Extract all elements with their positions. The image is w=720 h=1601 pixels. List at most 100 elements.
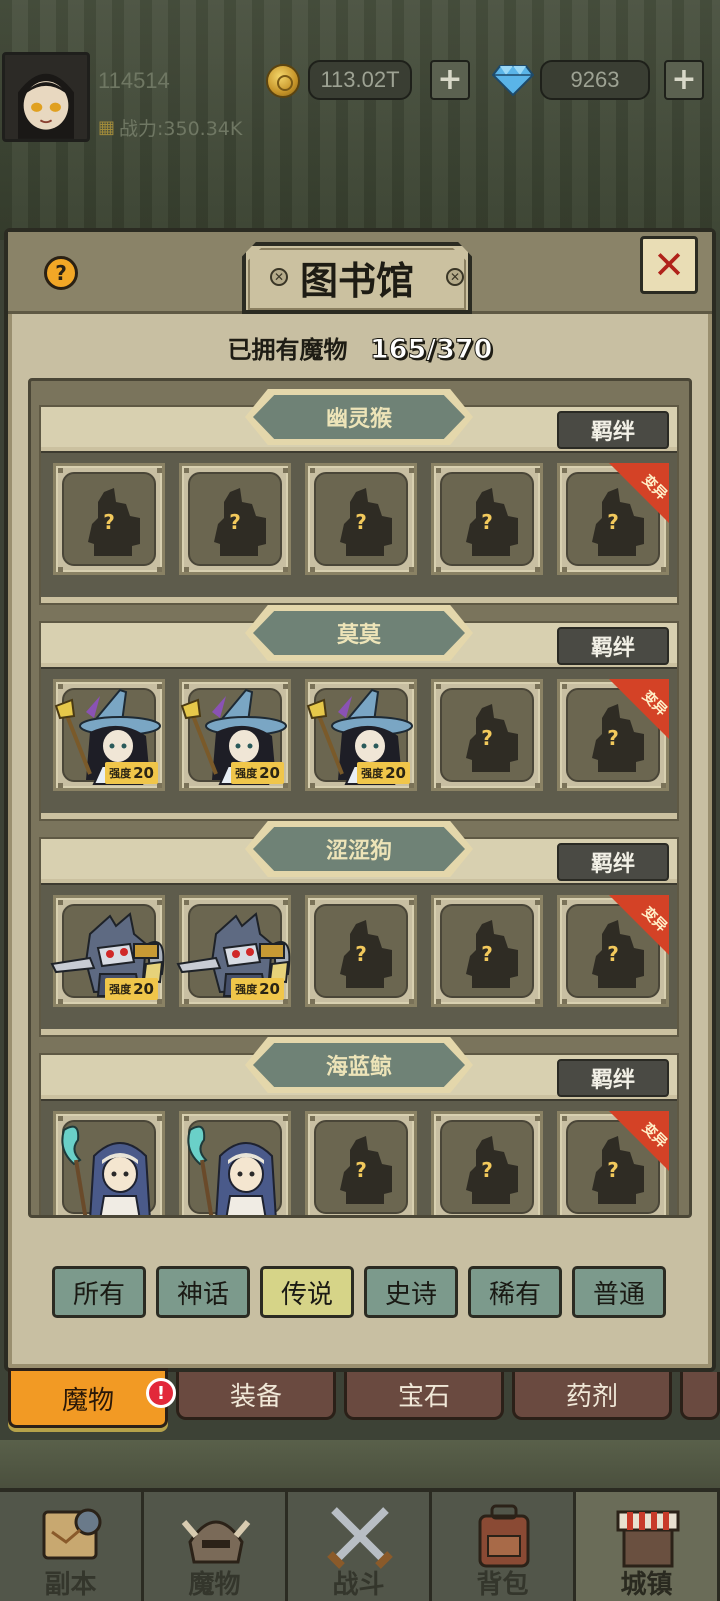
slot-rivet bbox=[283, 567, 288, 572]
combat-power: ▦ 战力:350.34K bbox=[98, 114, 242, 141]
monster-slot[interactable] bbox=[179, 1111, 291, 1215]
monster-slot[interactable]: ? bbox=[431, 679, 543, 791]
slot-rivet bbox=[157, 468, 162, 473]
slot-rivet bbox=[661, 1215, 666, 1218]
group-slots: ???? ? 变异 bbox=[41, 451, 677, 597]
gold-coin-icon bbox=[266, 64, 300, 98]
monster-slot[interactable]: 强度 20 bbox=[50, 895, 165, 1007]
monster-slot[interactable]: ? bbox=[305, 1111, 417, 1218]
nav-label: 城镇 bbox=[620, 1570, 673, 1600]
filter-6-button[interactable]: 普通 bbox=[572, 1266, 666, 1318]
nav-item-4[interactable]: 背包 bbox=[432, 1492, 576, 1601]
monster-slot[interactable]: 强度 20 bbox=[176, 895, 291, 1007]
help-icon[interactable]: ? bbox=[44, 256, 78, 290]
strength-badge: 强度 20 bbox=[105, 978, 158, 1000]
group-name: 海蓝鲸 bbox=[253, 1043, 465, 1087]
bond-button[interactable]: 羁绊 bbox=[557, 1059, 669, 1097]
monster-slot[interactable]: 强度 20 bbox=[179, 679, 291, 791]
strength-label: 强度 bbox=[109, 983, 132, 996]
nav-item-1[interactable]: 副本 bbox=[0, 1492, 144, 1601]
slot-rivet bbox=[661, 783, 666, 788]
slot-rivet bbox=[562, 999, 567, 1004]
slot-rivet bbox=[58, 1215, 63, 1218]
category-tab-2[interactable]: 装备 bbox=[176, 1372, 336, 1420]
filter-3-button[interactable]: 传说 bbox=[260, 1266, 354, 1318]
monster-slot[interactable]: ? bbox=[53, 463, 165, 575]
add-gem-button[interactable]: + bbox=[664, 60, 704, 100]
monster-group: 幽灵猴 羁绊???? ? 变异 bbox=[39, 389, 679, 605]
monster-slot[interactable]: ? bbox=[431, 895, 543, 1007]
filter-2-button[interactable]: 神话 bbox=[156, 1266, 250, 1318]
player-avatar[interactable] bbox=[2, 52, 90, 142]
monster-collection-list[interactable]: 幽灵猴 羁绊????? 变异 莫莫 羁绊 强度 20 强度 20 强度 20?? 变异 涩涩狗 羁绊 强度 2… bbox=[28, 378, 692, 1218]
strength-label: 强度 bbox=[235, 983, 258, 996]
slot-frame: ? bbox=[188, 472, 282, 566]
strength-value: 20 bbox=[259, 764, 280, 782]
monster-slot[interactable]: 强度 20 bbox=[53, 679, 165, 791]
slot-frame: ? bbox=[440, 472, 534, 566]
slot-rivet bbox=[436, 999, 441, 1004]
slot-frame: ? bbox=[314, 904, 408, 998]
slot-rivet bbox=[409, 1116, 414, 1121]
group-name: 幽灵猴 bbox=[253, 395, 465, 439]
gold-amount: 113.02T bbox=[308, 60, 412, 100]
slot-rivet bbox=[535, 684, 540, 689]
monster-group: 莫莫 羁绊 强度 20 强度 20 强度 20?? 变异 bbox=[39, 605, 679, 821]
slot-rivet bbox=[535, 900, 540, 905]
group-slots: ??? 变异 bbox=[41, 1099, 677, 1218]
monster-slot[interactable]: ? 变异 bbox=[557, 895, 669, 1007]
bond-button[interactable]: 羁绊 bbox=[557, 411, 669, 449]
category-tab-3[interactable]: 宝石 bbox=[344, 1372, 504, 1420]
monster-slot[interactable]: ? bbox=[305, 463, 417, 575]
category-tab-overflow[interactable] bbox=[680, 1372, 720, 1420]
nav-item-5[interactable]: 城镇 bbox=[576, 1492, 720, 1601]
group-slots: 强度 20 强度 20??? 变异 bbox=[41, 883, 677, 1029]
monster-slot[interactable]: ? bbox=[179, 463, 291, 575]
category-tab-4[interactable]: 药剂 bbox=[512, 1372, 672, 1420]
slot-rivet bbox=[310, 900, 315, 905]
slot-rivet bbox=[535, 567, 540, 572]
filter-4-button[interactable]: 史诗 bbox=[364, 1266, 458, 1318]
monster-slot[interactable]: 强度 20 bbox=[305, 679, 417, 791]
group-name: 涩涩狗 bbox=[253, 827, 465, 871]
monster-slot[interactable]: ? 变异 bbox=[557, 463, 669, 575]
slot-rivet bbox=[409, 468, 414, 473]
power-icon: ▦ bbox=[98, 117, 116, 138]
slot-rivet bbox=[436, 1116, 441, 1121]
slot-rivet bbox=[535, 1116, 540, 1121]
bond-button[interactable]: 羁绊 bbox=[557, 843, 669, 881]
monster-slot[interactable]: ? bbox=[305, 895, 417, 1007]
monster-slot[interactable]: ? 变异 bbox=[557, 1111, 669, 1218]
slot-rivet bbox=[409, 1215, 414, 1218]
strength-badge: 强度 20 bbox=[357, 762, 410, 784]
filter-1-button[interactable]: 所有 bbox=[52, 1266, 146, 1318]
slot-frame: ? bbox=[440, 688, 534, 782]
bond-button[interactable]: 羁绊 bbox=[557, 627, 669, 665]
monster-group: 涩涩狗 羁绊 强度 20 强度 20??? 变异 bbox=[39, 821, 679, 1037]
monster-slot[interactable]: ? bbox=[431, 463, 543, 575]
monster-slot[interactable]: ? bbox=[431, 1111, 543, 1215]
slot-rivet bbox=[310, 567, 315, 572]
monster-slot[interactable]: ? 变异 bbox=[557, 679, 669, 791]
filter-5-button[interactable]: 稀有 bbox=[468, 1266, 562, 1318]
slot-rivet bbox=[562, 567, 567, 572]
close-button[interactable]: ✕ bbox=[640, 236, 698, 294]
nav-label: 战斗 bbox=[332, 1570, 385, 1600]
slot-rivet bbox=[310, 1116, 315, 1121]
map-icon bbox=[42, 1508, 102, 1560]
strength-label: 强度 bbox=[361, 767, 384, 780]
slot-rivet bbox=[409, 999, 414, 1004]
slot-frame: ? bbox=[62, 472, 156, 566]
strength-label: 强度 bbox=[235, 767, 258, 780]
category-tab-1[interactable]: 魔物 bbox=[8, 1368, 168, 1428]
nav-item-2[interactable]: 魔物 bbox=[144, 1492, 288, 1601]
monster-slot[interactable] bbox=[53, 1111, 165, 1218]
slot-rivet bbox=[562, 900, 567, 905]
nav-label: 副本 bbox=[44, 1570, 97, 1600]
add-gold-button[interactable]: + bbox=[430, 60, 470, 100]
nav-item-3[interactable]: 战斗 bbox=[288, 1492, 432, 1601]
slot-rivet bbox=[436, 567, 441, 572]
player-id: 114514 bbox=[98, 68, 170, 93]
slot-rivet bbox=[562, 468, 567, 473]
unknown-mark: ? bbox=[481, 510, 493, 534]
